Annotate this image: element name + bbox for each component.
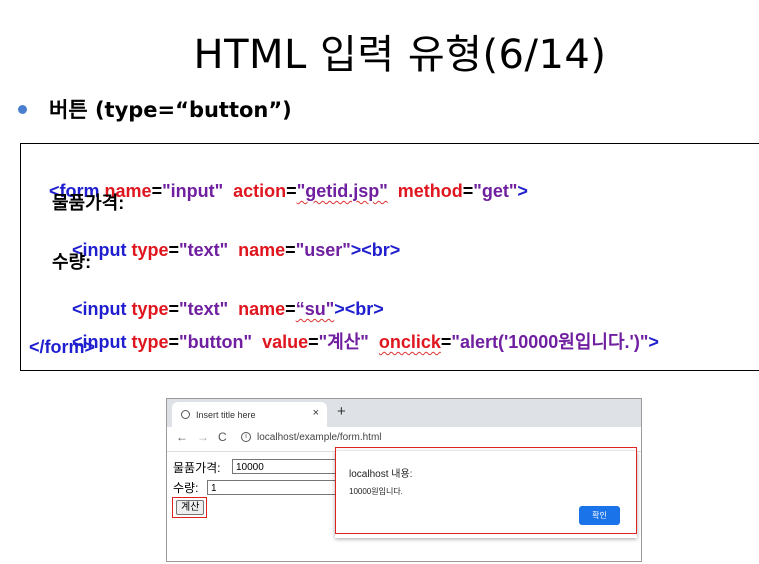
code-token: "getid.jsp" bbox=[296, 181, 388, 201]
code-block: <form name="input" action="getid.jsp" me… bbox=[20, 143, 759, 371]
code-token: = bbox=[168, 332, 180, 352]
code-token: "get" bbox=[473, 181, 518, 201]
code-token: = bbox=[286, 181, 297, 201]
code-token: "계산" bbox=[318, 332, 369, 352]
code-line-3: <input type="text" name="user"><br> bbox=[52, 219, 400, 282]
slide-title: HTML 입력 유형(6/14) bbox=[193, 32, 607, 78]
code-token: = bbox=[440, 332, 452, 352]
code-token: "text" bbox=[179, 240, 229, 260]
code-token: name bbox=[238, 240, 286, 260]
close-icon[interactable]: × bbox=[313, 407, 319, 419]
quantity-label: 수량: bbox=[173, 481, 199, 495]
code-token: = bbox=[168, 240, 180, 260]
info-icon[interactable]: i bbox=[241, 432, 251, 442]
tab-bar: Insert title here × + bbox=[167, 399, 641, 427]
tab-title: Insert title here bbox=[196, 409, 256, 420]
code-token: = bbox=[462, 181, 474, 201]
code-line-6: <input type="button" value="계산" onclick=… bbox=[52, 307, 659, 375]
code-token: type bbox=[131, 240, 169, 260]
price-label: 물품가격: bbox=[173, 461, 221, 475]
code-token: "user" bbox=[295, 240, 351, 260]
bullet-text: 버튼 (type=“button”) bbox=[49, 98, 292, 122]
code-line-7: </form> bbox=[29, 337, 96, 357]
url-field[interactable]: localhost/example/form.html bbox=[257, 432, 382, 443]
code-token: onclick bbox=[378, 332, 441, 352]
bullet-item: 버튼 (type=“button”) bbox=[18, 94, 292, 124]
browser-tab[interactable]: Insert title here × bbox=[172, 402, 327, 427]
code-token: > bbox=[648, 332, 659, 352]
quantity-input[interactable]: 1 bbox=[207, 480, 342, 495]
globe-icon bbox=[181, 410, 190, 419]
code-token: "button" bbox=[179, 332, 253, 352]
forward-arrow-icon[interactable]: → bbox=[197, 430, 209, 444]
back-arrow-icon[interactable]: ← bbox=[176, 430, 188, 444]
bullet-dot-icon bbox=[18, 104, 27, 114]
code-token: action bbox=[233, 181, 287, 201]
reload-icon[interactable]: C bbox=[218, 430, 227, 444]
code-line-4: 수량: bbox=[52, 252, 92, 272]
new-tab-button[interactable]: + bbox=[337, 403, 346, 420]
code-token: = bbox=[308, 332, 319, 352]
code-token: method bbox=[397, 181, 463, 201]
code-token: value bbox=[262, 332, 309, 352]
dialog-highlight-box bbox=[335, 447, 637, 534]
button-highlight-box bbox=[172, 497, 207, 518]
code-token: type bbox=[131, 332, 169, 352]
code-token: = bbox=[285, 240, 296, 260]
code-token: > bbox=[517, 181, 528, 201]
price-input[interactable]: 10000 bbox=[232, 459, 342, 474]
code-token: "alert('10000원입니다.')" bbox=[451, 332, 649, 352]
code-line-2: 물품가격: bbox=[52, 193, 125, 213]
code-token: = bbox=[151, 181, 163, 201]
code-token: ><br> bbox=[350, 240, 401, 260]
code-token: "input" bbox=[162, 181, 224, 201]
